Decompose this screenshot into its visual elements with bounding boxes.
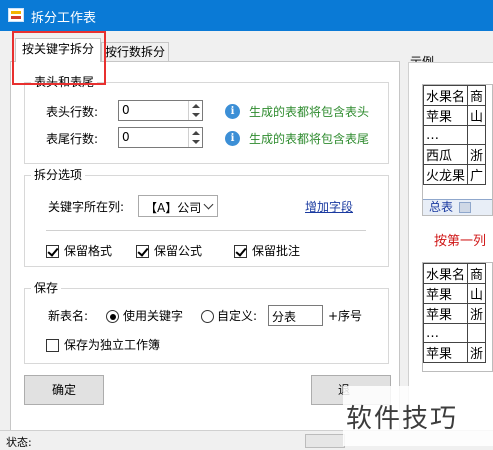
keep-formula-checkbox[interactable] (136, 245, 149, 258)
table-cell: 苹果 (423, 283, 469, 304)
table-row: 西瓜浙 (423, 144, 487, 165)
app-icon (8, 8, 24, 22)
ok-button[interactable]: 确定 (24, 375, 104, 405)
key-column-label: 关键字所在列: (48, 200, 125, 214)
example-caption: 按第一列 (434, 234, 487, 249)
tab-split-by-keyword[interactable]: 按关键字拆分 (15, 38, 101, 62)
table-row: … (423, 323, 487, 343)
table-row: 火龙果广 (423, 164, 487, 185)
sheet-add-icon (459, 202, 471, 213)
table-cell: 商 (467, 85, 487, 106)
example-table-total: 水果名商 苹果山 … 西瓜浙 火龙果广 (423, 85, 487, 185)
title-bar: 拆分工作表 (0, 0, 493, 31)
divider (46, 230, 366, 231)
group-title-header-footer: 表头和表尾 (31, 75, 98, 89)
tab-split-by-rows[interactable]: 按行数拆分 (101, 42, 169, 62)
table-row: 苹果浙 (423, 342, 487, 363)
table-cell: 浙 (467, 144, 487, 165)
table-cell: … (423, 125, 469, 145)
new-name-label: 新表名: (48, 309, 89, 323)
table-row: 苹果浙 (423, 303, 487, 324)
header-rows-value: 0 (122, 103, 130, 117)
watermark-text: 软件技巧 (346, 404, 459, 434)
table-cell: 浙 (467, 342, 487, 363)
info-icon: i (225, 131, 240, 146)
table-cell (467, 125, 487, 145)
table-cell: 商 (467, 263, 487, 284)
status-label: 状态: (6, 436, 32, 449)
table-cell: 水果名 (423, 263, 469, 284)
sheet-tab-total: 总表 (429, 200, 454, 214)
custom-name-input[interactable]: 分表 (268, 305, 323, 326)
footer-rows-value: 0 (122, 130, 130, 144)
tab-panel: 表头和表尾 表头行数: 0 i 生成的表都将包含表头 表尾行数: 0 i 生成的… (10, 61, 400, 431)
table-row: 水果名商 (423, 85, 487, 106)
spinner-arrows-icon[interactable] (188, 101, 202, 120)
header-footer-group: 表头和表尾 (24, 75, 389, 164)
group-title-save: 保存 (31, 281, 62, 295)
keep-comments-checkbox[interactable] (234, 245, 247, 258)
chevron-down-icon (203, 199, 214, 210)
watermark: 软件技巧 (343, 386, 493, 446)
header-rows-spinner[interactable]: 0 (118, 100, 203, 121)
table-row: 苹果山 (423, 105, 487, 126)
keep-format-checkbox[interactable] (46, 245, 59, 258)
table-cell (467, 323, 487, 343)
key-column-select[interactable]: 【A】公司 (138, 195, 218, 217)
keep-format-label[interactable]: 保留格式 (64, 243, 112, 259)
table-cell: 山 (467, 105, 487, 126)
custom-name-label[interactable]: 自定义: (217, 308, 257, 324)
table-cell: 火龙果 (423, 164, 469, 185)
info-icon: i (225, 104, 240, 119)
suffix-label: +序号 (328, 309, 363, 323)
header-rows-label: 表头行数: (46, 105, 99, 119)
keep-formula-label[interactable]: 保留公式 (154, 243, 202, 259)
example-sheet-total: 水果名商 苹果山 … 西瓜浙 火龙果广 总表 (422, 84, 493, 216)
status-progress (305, 434, 345, 448)
table-row: 苹果山 (423, 283, 487, 304)
use-keyword-radio[interactable] (106, 310, 119, 323)
custom-name-radio[interactable] (201, 310, 214, 323)
table-cell: 水果名 (423, 85, 469, 106)
custom-name-value: 分表 (272, 310, 297, 324)
add-field-link[interactable]: 增加字段 (305, 199, 353, 215)
table-cell: 苹果 (423, 342, 469, 363)
footer-rows-label: 表尾行数: (46, 132, 99, 146)
table-row: 水果名商 (423, 263, 487, 284)
table-cell: 广 (467, 164, 487, 185)
table-cell: 山 (467, 283, 487, 304)
table-cell: 苹果 (423, 105, 469, 126)
save-separate-checkbox[interactable] (46, 339, 59, 352)
example-table-split: 水果名商 苹果山 苹果浙 … 苹果浙 (423, 263, 487, 363)
spinner-arrows-icon[interactable] (188, 128, 202, 147)
use-keyword-label[interactable]: 使用关键字 (123, 308, 183, 324)
table-cell: 苹果 (423, 303, 469, 324)
example-sheet-split: 水果名商 苹果山 苹果浙 … 苹果浙 (422, 262, 493, 372)
footer-hint: 生成的表都将包含表尾 (249, 132, 370, 146)
keep-comments-label[interactable]: 保留批注 (252, 243, 300, 259)
table-cell: 西瓜 (423, 144, 469, 165)
window-title: 拆分工作表 (31, 11, 97, 26)
key-column-value: 【A】公司 (145, 201, 202, 215)
footer-rows-spinner[interactable]: 0 (118, 127, 203, 148)
header-hint: 生成的表都将包含表头 (249, 105, 370, 119)
table-cell: … (423, 323, 469, 343)
table-cell: 浙 (467, 303, 487, 324)
sheet-tab-bar: 总表 (423, 199, 492, 215)
save-separate-label[interactable]: 保存为独立工作簿 (64, 337, 160, 353)
table-row: … (423, 125, 487, 145)
group-title-split-options: 拆分选项 (31, 168, 86, 182)
